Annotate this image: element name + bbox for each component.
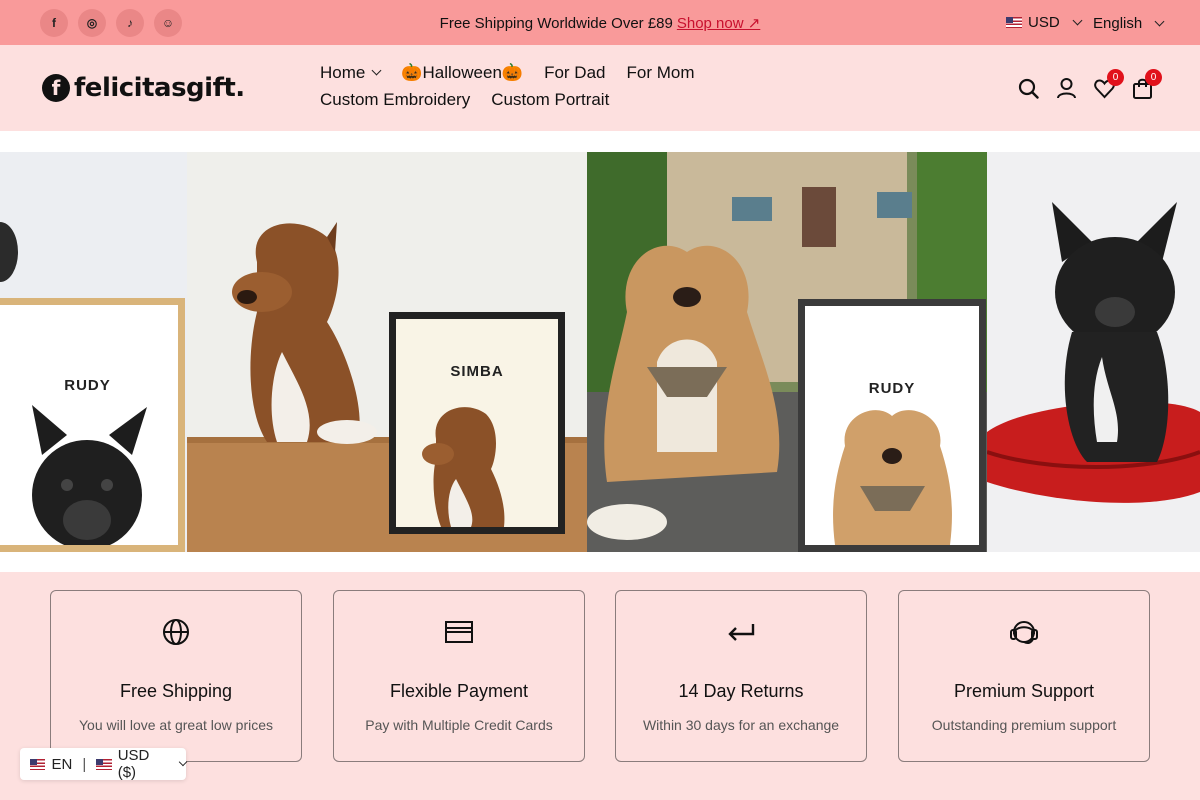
cart-icon[interactable]: 0 — [1132, 69, 1162, 100]
portrait-frame: SIMBA — [389, 312, 565, 534]
feature-subtitle: Pay with Multiple Credit Cards — [365, 717, 553, 733]
chevron-down-icon — [1072, 15, 1083, 26]
feature-card-free-shipping: Free Shipping You will love at great low… — [50, 590, 302, 762]
cart-count-badge: 0 — [1145, 69, 1162, 86]
nav-item-home[interactable]: Home — [320, 63, 382, 82]
locale-selector[interactable]: EN | USD ($) — [20, 747, 188, 781]
us-flag-icon — [96, 758, 112, 770]
us-flag-icon — [1006, 17, 1022, 28]
feature-title: Free Shipping — [119, 681, 233, 701]
feature-subtitle: Outstanding premium support — [931, 717, 1117, 733]
logo-text: felicitasgift. — [74, 73, 245, 103]
language-selector[interactable]: English — [1093, 15, 1165, 32]
portrait-frame: RUDY — [0, 298, 185, 552]
banner-photo-pitbull-simba: SIMBA — [187, 152, 587, 552]
site-logo[interactable]: f felicitasgift. — [42, 73, 245, 103]
feature-title: 14 Day Returns — [678, 681, 804, 701]
locale-divider: | — [82, 755, 87, 773]
nav-item-for-dad[interactable]: For Dad — [544, 63, 605, 82]
currency-label: USD — [1028, 14, 1060, 31]
banner-photo-frenchie-portrait: RUDY — [0, 152, 187, 552]
nav-item-for-mom[interactable]: For Mom — [627, 63, 695, 82]
main-nav: Home 🎃Halloween🎃 For Dad For Mom Custom … — [320, 63, 860, 109]
feature-title: Premium Support — [953, 681, 1095, 701]
search-icon[interactable] — [1018, 77, 1039, 100]
return-arrow-icon — [728, 624, 755, 641]
globe-icon — [163, 619, 189, 645]
locale-currency: USD ($) — [117, 747, 150, 781]
logo-mark: f — [42, 74, 70, 102]
locale-language: EN — [51, 755, 73, 773]
chevron-down-icon — [371, 65, 382, 76]
shop-now-link[interactable]: Shop now ↗ — [677, 15, 760, 32]
wishlist-count-badge: 0 — [1107, 69, 1124, 86]
header-actions: 0 0 — [1018, 69, 1162, 100]
account-icon[interactable] — [1056, 77, 1077, 100]
nav-item-custom-portrait[interactable]: Custom Portrait — [491, 90, 609, 109]
nav-item-halloween[interactable]: 🎃Halloween🎃 — [401, 63, 523, 82]
portrait-frame: RUDY — [798, 299, 986, 552]
language-label: English — [1093, 15, 1143, 32]
feature-title: Flexible Payment — [389, 681, 529, 701]
headset-icon — [1010, 621, 1038, 644]
banner-photo-frenchie-cushion — [987, 152, 1200, 552]
announcement-bar: f ◎ ♪ ☺ Free Shipping Worldwide Over £89… — [0, 0, 1200, 45]
credit-card-icon — [445, 621, 473, 643]
us-flag-icon — [30, 758, 46, 770]
chevron-down-icon — [1154, 16, 1165, 27]
currency-selector[interactable]: USD — [1006, 14, 1083, 31]
site-header: f felicitasgift. Home 🎃Halloween🎃 For Da… — [0, 45, 1200, 131]
feature-card-flexible-payment: Flexible Payment Pay with Multiple Credi… — [333, 590, 585, 762]
feature-card-premium-support: Premium Support Outstanding premium supp… — [898, 590, 1150, 762]
feature-card-returns: 14 Day Returns Within 30 days for an exc… — [615, 590, 867, 762]
banner-photo-beagle-rudy: RUDY — [587, 152, 987, 552]
announcement-message: Free Shipping Worldwide Over £89 — [439, 15, 673, 32]
nav-item-custom-embroidery[interactable]: Custom Embroidery — [320, 90, 470, 109]
wishlist-icon[interactable]: 0 — [1094, 69, 1124, 100]
feature-subtitle: Within 30 days for an exchange — [642, 717, 840, 733]
hero-banner[interactable]: RUDY SIMBA RUDY — [0, 152, 1200, 552]
nav-item-label: Home — [320, 63, 366, 82]
feature-subtitle: You will love at great low prices — [78, 717, 274, 733]
